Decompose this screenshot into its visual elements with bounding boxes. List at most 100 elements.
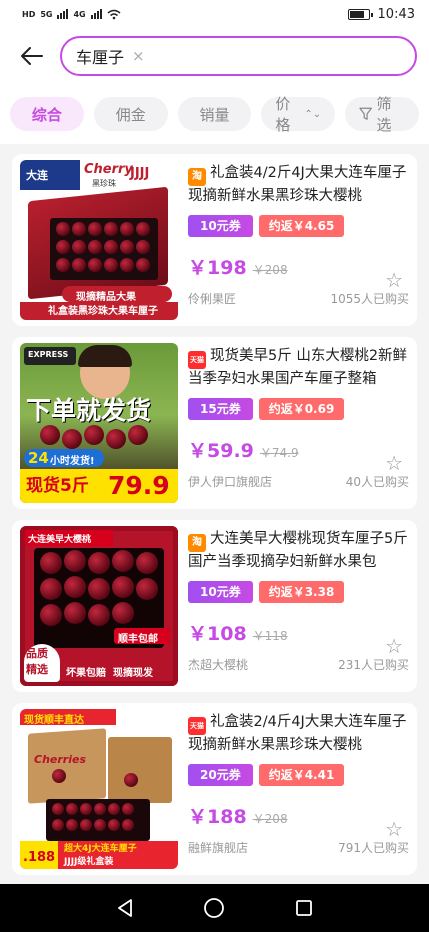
coupon-badge[interactable]: 10元券: [188, 581, 253, 603]
thumb-grade: JJJJ: [130, 166, 150, 181]
status-right: 10:43: [347, 7, 415, 22]
product-list: 大连 Cherry 黑珍珠 JJJJ 现摘精品大果 礼盒装黑珍珠大果车厘子 淘 …: [0, 144, 429, 875]
battery-icon: [347, 8, 373, 20]
filter-tab-filter[interactable]: 筛选: [345, 95, 419, 134]
favorite-star-icon[interactable]: ☆: [385, 451, 403, 475]
meta-row: 伶俐果匠 1055人已购买: [188, 290, 409, 307]
sales-count: 791人已购买: [338, 841, 409, 855]
sales-count: 1055人已购买: [330, 292, 409, 306]
product-badges: 15元券 约返￥0.69: [188, 398, 409, 420]
thumb-caption: 礼盒装黑珍珠大果车厘子: [48, 306, 158, 317]
thumb-hours-note: 小时发货!: [50, 456, 95, 467]
shop-name[interactable]: 杰超大樱桃: [188, 656, 248, 673]
product-title[interactable]: 淘礼盒装4/2斤4J大果大连车厘子现摘新鲜水果黑珍珠大樱桃: [188, 163, 409, 207]
search-input[interactable]: 车厘子 ×: [60, 36, 417, 76]
filter-tab-commission[interactable]: 佣金: [93, 97, 168, 131]
coupon-badge[interactable]: 10元券: [188, 215, 253, 237]
shop-name[interactable]: 融鲜旗舰店: [188, 839, 248, 856]
favorite-star-icon[interactable]: ☆: [385, 268, 403, 292]
thumb-badge: EXPRESS: [28, 350, 69, 359]
product-info: 天猫 礼盒装2/4斤4J大果大连车厘子现摘新鲜水果黑珍珠大樱桃 20元券 约返￥4…: [178, 709, 409, 869]
coupon-badge[interactable]: 15元券: [188, 398, 253, 420]
hd-label: HD: [22, 9, 36, 19]
signal-icon: [57, 9, 69, 19]
filter-label: 销量: [199, 105, 230, 124]
clear-icon[interactable]: ×: [132, 47, 145, 65]
shop-name[interactable]: 伶俐果匠: [188, 290, 236, 307]
favorite-star-icon[interactable]: ☆: [385, 634, 403, 658]
network-5g-label: 5G: [40, 9, 53, 19]
nav-recents-button[interactable]: [289, 893, 319, 923]
product-image[interactable]: 大连 Cherry 黑珍珠 JJJJ 现摘精品大果 礼盒装黑珍珠大果车厘子: [20, 160, 178, 320]
filter-label: 综合: [31, 105, 62, 124]
nav-home-button[interactable]: [199, 893, 229, 923]
status-left: HD 5G 4G: [22, 9, 121, 20]
taobao-icon: 淘: [188, 168, 206, 186]
filter-tab-comprehensive[interactable]: 综合: [10, 97, 84, 131]
back-arrow-icon: [21, 47, 43, 65]
filter-tab-price[interactable]: 价格 ⌃⌄: [261, 95, 336, 134]
product-card[interactable]: 大连 Cherry 黑珍珠 JJJJ 现摘精品大果 礼盒装黑珍珠大果车厘子 淘 …: [12, 154, 417, 326]
product-image[interactable]: EXPRESS 下单就发货 24 小时发货! 现货5斤 79.9: [20, 343, 178, 503]
rebate-badge: 约返￥4.41: [258, 764, 345, 786]
thumb-brand: Cherry: [84, 162, 133, 177]
original-price: ￥118: [252, 629, 288, 643]
rebate-badge: 约返￥4.65: [258, 215, 345, 237]
product-card[interactable]: EXPRESS 下单就发货 24 小时发货! 现货5斤 79.9 天猫 现货美早5…: [12, 337, 417, 509]
product-title[interactable]: 淘大连美早大樱桃现货车厘子5斤国产当季现摘孕妇新鲜水果包: [188, 529, 409, 573]
thumb-hours: 24: [28, 449, 49, 467]
shop-name[interactable]: 伊人伊口旗舰店: [188, 473, 272, 490]
coupon-badge[interactable]: 20元券: [188, 764, 253, 786]
product-price: ￥198: [188, 257, 247, 279]
thumb-ribbon: 现摘精品大果: [76, 292, 136, 303]
back-button[interactable]: [12, 36, 52, 76]
original-price: ￥208: [252, 812, 288, 826]
thumb-grade-line: JJJJ级礼盒装: [64, 857, 114, 867]
thumb-tag: 大连美早大樱桃: [28, 535, 92, 545]
thumb-quality: 品质 精选: [26, 647, 48, 676]
price-row: ￥108 ￥118: [188, 619, 409, 646]
filter-label: 佣金: [115, 105, 146, 124]
product-title[interactable]: 天猫 现货美早5斤 山东大樱桃2新鲜当季孕妇水果国产车厘子整箱: [188, 346, 409, 390]
product-info: 天猫 现货美早5斤 山东大樱桃2新鲜当季孕妇水果国产车厘子整箱 15元券 约返￥0…: [178, 343, 409, 503]
filter-tab-sales[interactable]: 销量: [177, 97, 252, 131]
thumb-stock: 现货5斤: [26, 476, 89, 496]
taobao-icon: 淘: [188, 534, 206, 552]
wifi-icon: [107, 9, 121, 19]
thumb-tag: 大连: [26, 169, 48, 182]
tmall-icon: 天猫: [188, 351, 206, 369]
thumb-bottom: 超大4J大连车厘子: [64, 844, 137, 854]
product-image[interactable]: 现货顺丰直达 Cherries .188 超大4J大连车厘子 JJJJ级礼盒装: [20, 709, 178, 869]
product-image[interactable]: 大连美早大樱桃 顺丰包邮 品质 精选 坏果包赔 现摘现发: [20, 526, 178, 686]
signal-icon-2: [90, 9, 102, 19]
network-4g-label: 4G: [73, 9, 86, 19]
meta-row: 杰超大樱桃 231人已购买: [188, 656, 409, 673]
meta-row: 伊人伊口旗舰店 40人已购买: [188, 473, 409, 490]
meta-row: 融鲜旗舰店 791人已购买: [188, 839, 409, 856]
product-title[interactable]: 天猫 礼盒装2/4斤4J大果大连车厘子现摘新鲜水果黑珍珠大樱桃: [188, 712, 409, 756]
thumb-price-tag: .188: [23, 850, 56, 865]
rebate-badge: 约返￥3.38: [258, 581, 345, 603]
sales-count: 231人已购买: [338, 658, 409, 672]
favorite-star-icon[interactable]: ☆: [385, 817, 403, 841]
product-badges: 10元券 约返￥4.65: [188, 215, 409, 237]
square-recents-icon: [296, 900, 313, 916]
filter-label: 筛选: [376, 95, 392, 134]
thumb-headline: 下单就发货: [26, 396, 152, 425]
thumb-shipping: 顺丰包邮: [118, 634, 158, 645]
sales-count: 40人已购买: [345, 475, 409, 489]
product-badges: 10元券 约返￥3.38: [188, 581, 409, 603]
product-price: ￥188: [188, 806, 247, 828]
product-info: 淘礼盒装4/2斤4J大果大连车厘子现摘新鲜水果黑珍珠大樱桃 10元券 约返￥4.…: [178, 160, 409, 320]
product-title-text: 礼盒装4/2斤4J大果大连车厘子现摘新鲜水果黑珍珠大樱桃: [188, 165, 407, 204]
product-card[interactable]: 现货顺丰直达 Cherries .188 超大4J大连车厘子 JJJJ级礼盒装 …: [12, 703, 417, 875]
price-row: ￥59.9 ￥74.9: [188, 436, 409, 463]
nav-back-button[interactable]: [110, 893, 140, 923]
thumb-box-label: Cherries: [34, 753, 86, 766]
thumb-tag: 现货顺丰直达: [24, 715, 84, 726]
product-card[interactable]: 大连美早大樱桃 顺丰包邮 品质 精选 坏果包赔 现摘现发 淘 大连美早大樱桃现货…: [12, 520, 417, 692]
circle-home-icon: [204, 898, 225, 918]
thumb-brand-sub: 黑珍珠: [92, 179, 116, 188]
search-bar: 车厘子 ×: [0, 28, 429, 84]
filter-label: 价格: [275, 95, 291, 134]
